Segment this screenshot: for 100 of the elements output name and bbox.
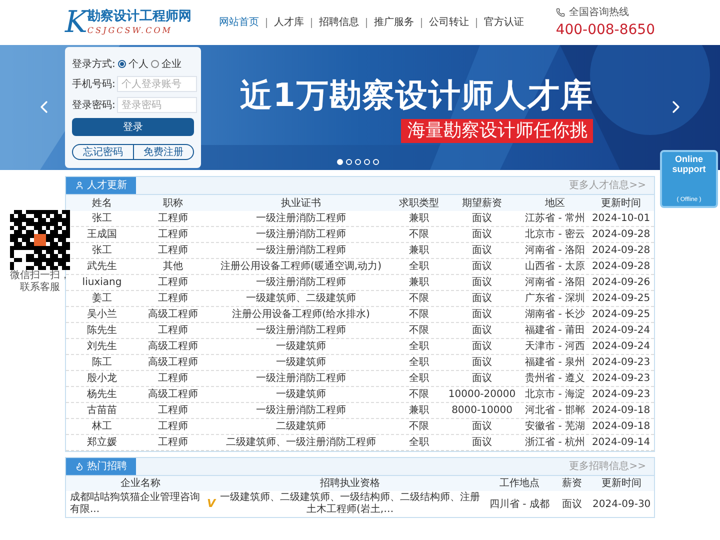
vip-label: V bbox=[206, 496, 216, 512]
table-cell-text: 2024-09-23 bbox=[590, 356, 652, 370]
table-cell-text: 兼职 bbox=[408, 404, 430, 418]
column-header: 薪资 bbox=[560, 476, 583, 491]
table-cell-text: 全职 bbox=[408, 436, 430, 450]
table-cell-text: 吴小兰 bbox=[86, 308, 118, 322]
login-mode-label: 登录方式: bbox=[72, 58, 116, 72]
table-cell-text: 工程师 bbox=[157, 436, 189, 450]
nav-link[interactable]: 公司转让 bbox=[429, 15, 469, 30]
table-cell-text: 不限 bbox=[408, 308, 430, 322]
table-cell-text: 面议 bbox=[471, 372, 493, 386]
table-cell-text: 不限 bbox=[408, 420, 430, 434]
forgot-password-link[interactable]: 忘记密码 bbox=[73, 145, 134, 159]
table-cell-text: 工程师 bbox=[157, 404, 189, 418]
logo-letter: K bbox=[65, 8, 88, 38]
table-cell-text: 一级建筑师、二级建筑师、一级结构师、二级结构师、注册土木工程师(岩土,… bbox=[219, 492, 482, 516]
qr-code-icon bbox=[10, 210, 70, 270]
table-cell-text: 一级注册消防工程师 bbox=[255, 276, 347, 290]
table-cell-text: 其他 bbox=[162, 260, 184, 274]
table-cell-text: 林工 bbox=[91, 420, 113, 434]
column-header: 企业名称 bbox=[120, 476, 162, 491]
table-cell-text: 面议 bbox=[471, 420, 493, 434]
table-cell-text: 武先生 bbox=[86, 260, 118, 274]
nav-link[interactable]: 人才库 bbox=[274, 15, 304, 30]
nav-link[interactable]: 网站首页 bbox=[219, 15, 259, 30]
table-cell-text: 福建省 - 莆田 bbox=[524, 324, 586, 338]
table-cell-text: 2024-09-23 bbox=[590, 372, 652, 386]
company-link[interactable]: 成都咕咕狗筑猫企业管理咨询有限... bbox=[70, 492, 205, 516]
qr-caption: 微信扫一扫，联系客服 bbox=[10, 270, 70, 294]
table-cell-text: 2024-09-28 bbox=[590, 244, 652, 258]
table-cell-text: 河南省 - 洛阳 bbox=[524, 244, 586, 258]
table-cell-text: 不限 bbox=[408, 388, 430, 402]
table-cell-text: 兼职 bbox=[408, 212, 430, 226]
table-cell-text: 面议 bbox=[471, 340, 493, 354]
table-cell-text: 广东省 - 深圳 bbox=[524, 292, 586, 306]
table-cell-text: 福建省 - 泉州 bbox=[524, 356, 586, 370]
table-cell-text: 古苗苗 bbox=[86, 404, 118, 418]
table-cell-text: 高级工程师 bbox=[147, 356, 199, 370]
table-cell-text: 面议 bbox=[471, 436, 493, 450]
table-cell-text: 二级建筑师、一级注册消防工程师 bbox=[225, 436, 377, 450]
phone-field[interactable]: 个人登录账号 bbox=[117, 76, 198, 92]
nav-link[interactable]: 推广服务 bbox=[374, 15, 414, 30]
table-cell-text: 工程师 bbox=[157, 244, 189, 258]
table-cell-text: 王成国 bbox=[86, 228, 118, 242]
table-cell-text: 江苏省 - 常州 bbox=[524, 212, 586, 226]
table-cell-text: 一级注册消防工程师 bbox=[255, 228, 347, 242]
column-header: 地区 bbox=[544, 196, 566, 210]
field-label: 登录密码: bbox=[72, 98, 116, 112]
table-cell-text: 全职 bbox=[408, 340, 430, 354]
flame-icon bbox=[75, 462, 84, 471]
logo-title: 勘察设计工程师网 bbox=[87, 9, 192, 24]
nav-link[interactable]: 招聘信息 bbox=[319, 15, 359, 30]
table-cell-text: 一级注册消防工程师 bbox=[255, 372, 347, 386]
table-cell-text: 兼职 bbox=[408, 276, 430, 290]
table-cell-text: liuxiang bbox=[81, 276, 123, 290]
table-cell-text: 湖南省 - 长沙 bbox=[524, 308, 586, 322]
user-icon bbox=[75, 181, 84, 190]
column-header: 更新时间 bbox=[600, 196, 642, 210]
register-link[interactable]: 免费注册 bbox=[134, 145, 193, 159]
banner-headline: 近1万勘察设计师人才库 bbox=[240, 79, 594, 111]
table-cell-text: 面议 bbox=[471, 244, 493, 258]
table-cell-text: 2024-09-23 bbox=[590, 388, 652, 402]
logo-domain: CSJGCSW.COM bbox=[87, 26, 174, 36]
table-cell-text: 工程师 bbox=[157, 372, 189, 386]
radio-option[interactable]: 企业 bbox=[151, 56, 182, 72]
column-header: 职称 bbox=[162, 196, 184, 210]
table-cell-text: 工程师 bbox=[157, 228, 189, 242]
table-cell-text: 面议 bbox=[471, 356, 493, 370]
table-cell-text: 山西省 - 太原 bbox=[524, 260, 586, 274]
table-cell-text: 工程师 bbox=[157, 324, 189, 338]
column-header: 更新时间 bbox=[600, 476, 643, 491]
nav-link[interactable]: 官方认证 bbox=[484, 15, 524, 30]
table-cell-text: 2024-09-24 bbox=[590, 340, 652, 354]
table-cell-text: 张工 bbox=[91, 244, 113, 258]
table-cell-text: 2024-10-01 bbox=[590, 212, 652, 226]
table-cell-text: 四川省 - 成都 bbox=[488, 498, 550, 512]
login-button[interactable]: 登录 bbox=[72, 118, 194, 136]
table-cell-text: 2024-09-26 bbox=[590, 276, 652, 290]
table-cell-text: 2024-09-24 bbox=[590, 324, 652, 338]
table-cell-text: 郑立媛 bbox=[86, 436, 118, 450]
table-cell-text: 兼职 bbox=[408, 244, 430, 258]
password-field[interactable]: 登录密码 bbox=[117, 97, 198, 113]
table-cell-text: 北京市 - 密云 bbox=[524, 228, 586, 242]
table-cell-text: 陈先生 bbox=[86, 324, 118, 338]
table-cell-text: 注册公用设备工程师(给水排水) bbox=[231, 308, 371, 322]
table-cell-text: 一级建筑师、二级建筑师 bbox=[245, 292, 357, 306]
table-cell-text: 面议 bbox=[471, 276, 493, 290]
table-cell-text: 安徽省 - 芜湖 bbox=[524, 420, 586, 434]
table-cell-text: 二级建筑师 bbox=[275, 420, 327, 434]
hotline-label: 全国咨询热线 bbox=[568, 6, 629, 20]
table-cell-text: 工程师 bbox=[157, 212, 189, 226]
hotline-number: 400-008-8650 bbox=[556, 20, 655, 40]
table-cell-text: 一级建筑师 bbox=[275, 356, 327, 370]
table-cell-text: 面议 bbox=[471, 324, 493, 338]
table-cell-text: 北京市 - 海淀 bbox=[524, 388, 586, 402]
table-cell-text: 工程师 bbox=[157, 420, 189, 434]
table-cell-text: 贵州省 - 遵义 bbox=[524, 372, 586, 386]
radio-option[interactable]: 个人 bbox=[118, 56, 148, 72]
table-cell-text: 面议 bbox=[471, 292, 493, 306]
table-cell-text: 一级注册消防工程师 bbox=[255, 404, 347, 418]
